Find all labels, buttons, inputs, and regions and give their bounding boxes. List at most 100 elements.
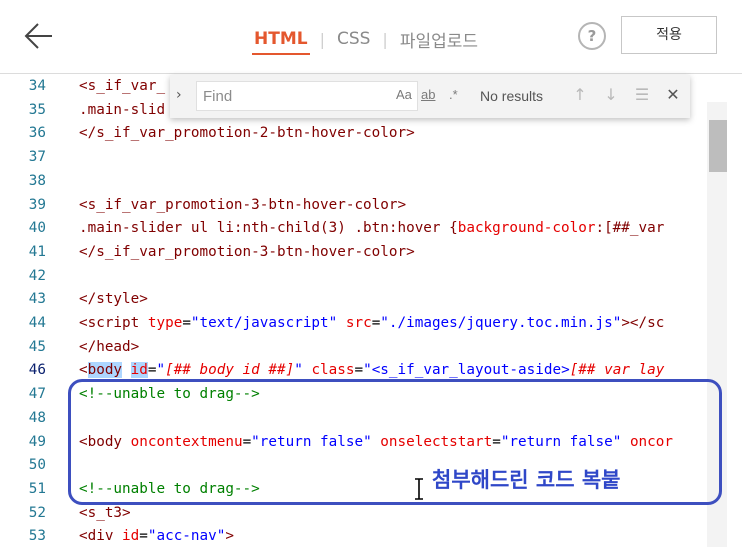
code-token: "text/javascript" — [190, 315, 338, 331]
code-token: </s_if_var_promotion-2-btn-hover-color> — [79, 125, 415, 142]
tab-divider: | — [319, 29, 325, 49]
line-number: 41 — [28, 243, 46, 260]
line-number: 38 — [28, 172, 46, 189]
previous-match-icon[interactable]: ↑ — [570, 85, 590, 107]
tab-divider: | — [382, 29, 388, 49]
code-token: type — [147, 315, 183, 331]
code-token: = — [371, 315, 381, 331]
code-line[interactable]: 45 </head> — [0, 335, 742, 359]
code-token: ></sc — [621, 315, 665, 331]
line-number: 51 — [28, 480, 46, 497]
back-arrow-icon[interactable] — [22, 20, 54, 52]
line-number: 39 — [28, 196, 46, 213]
line-number: 50 — [28, 457, 46, 474]
whole-word-toggle[interactable]: ab — [421, 87, 435, 102]
line-number: 37 — [28, 149, 46, 166]
code-line[interactable]: 37 — [0, 145, 742, 169]
code-token: = — [182, 315, 191, 331]
line-number: 47 — [28, 386, 46, 403]
line-number: 44 — [28, 315, 46, 331]
annotation-highlight-box — [68, 379, 722, 505]
find-widget: › Aa ab .* No results ↑ ↓ ☰ ✕ — [170, 75, 690, 118]
code-token: < — [79, 362, 88, 379]
line-number: 48 — [28, 409, 46, 426]
code-text: .main-slider ul li:nth-child(3) .btn:hov… — [79, 216, 664, 240]
next-match-icon[interactable]: ↓ — [601, 85, 621, 107]
apply-button[interactable]: 적용 — [621, 16, 717, 54]
line-number: 45 — [28, 338, 46, 355]
code-token: "acc-nav" — [147, 528, 226, 545]
code-token: <s_t3> — [79, 504, 131, 521]
code-line[interactable]: 38 — [0, 169, 742, 193]
code-token: "./images/jquery.toc.min.js" — [380, 315, 622, 331]
code-text: </style> — [79, 287, 148, 311]
code-line[interactable]: 53 <div id="acc-nav"> — [0, 524, 742, 547]
code-line[interactable]: 40 .main-slider ul li:nth-child(3) .btn:h… — [0, 216, 742, 240]
match-case-toggle[interactable]: Aa — [396, 87, 412, 102]
line-number: 43 — [28, 291, 46, 308]
code-token: :[##_var — [595, 220, 665, 237]
find-input[interactable] — [196, 81, 418, 111]
code-text: </head> — [79, 335, 139, 359]
code-line[interactable]: 42 — [0, 264, 742, 288]
code-token: body — [87, 362, 123, 379]
find-in-selection-icon[interactable]: ☰ — [632, 85, 652, 107]
code-token: background-color — [457, 220, 596, 237]
code-token: .main-slider ul li:nth-child(3) .btn:hov… — [79, 220, 458, 237]
regex-toggle[interactable]: .* — [449, 87, 458, 102]
code-text: <s_if_var_promotion-3-btn-hover-color> — [79, 193, 406, 217]
code-line[interactable]: 39 <s_if_var_promotion-3-btn-hover-color> — [0, 193, 742, 217]
code-text: </s_if_var_promotion-2-btn-hover-color> — [79, 121, 415, 145]
code-text: .main-slid — [79, 98, 165, 122]
editor-tabs: HTML | CSS | 파일업로드 — [252, 26, 480, 55]
tab-css[interactable]: CSS — [335, 29, 372, 49]
code-line[interactable]: 43 </style> — [0, 287, 742, 311]
code-line[interactable]: 36 </s_if_var_promotion-2-btn-hover-color… — [0, 121, 742, 145]
code-token: > — [225, 528, 234, 545]
code-text: <div id="acc-nav"> — [79, 524, 234, 547]
code-token: <div — [79, 528, 123, 545]
line-number: 46 — [28, 362, 46, 379]
code-token: </head> — [79, 338, 140, 355]
tab-file-upload[interactable]: 파일업로드 — [398, 27, 480, 52]
line-number: 35 — [28, 101, 46, 118]
code-token: src — [345, 315, 372, 331]
code-token: [## var lay — [569, 362, 665, 379]
editor-header: HTML | CSS | 파일업로드 ? 적용 — [0, 0, 742, 74]
find-result-status: No results — [480, 88, 544, 104]
code-token: <s_if_var_ — [79, 78, 166, 94]
code-token: <s_if_var_promotion-3-btn-hover-color> — [79, 196, 407, 213]
code-token: "<s_if_var_layout-aside> — [363, 362, 570, 379]
line-number: 42 — [28, 267, 46, 284]
line-number: 49 — [28, 433, 46, 450]
annotation-text: 첨부해드린 코드 복붙 — [432, 468, 621, 492]
code-token: " — [156, 362, 166, 379]
code-text: <s_if_var_ — [79, 74, 165, 98]
code-token: </style> — [79, 291, 148, 308]
line-number: 52 — [28, 504, 46, 521]
code-token: </s_if_var_promotion-3-btn-hover-color> — [79, 243, 415, 260]
line-number: 34 — [28, 78, 46, 94]
text-cursor-icon — [415, 478, 423, 500]
code-token: = — [354, 362, 364, 379]
code-line[interactable]: 44 <script type="text/javascript" src="./… — [0, 311, 742, 335]
help-icon[interactable]: ? — [578, 22, 606, 50]
code-token: .main-slid — [79, 101, 166, 118]
code-token: id — [130, 362, 148, 379]
code-token: id — [122, 528, 140, 545]
line-number: 36 — [28, 125, 46, 142]
tab-html[interactable]: HTML — [252, 29, 310, 55]
code-token: <script — [79, 315, 148, 331]
code-line[interactable]: 41 </s_if_var_promotion-3-btn-hover-color… — [0, 240, 742, 264]
code-token: " — [294, 362, 312, 379]
code-text: </s_if_var_promotion-3-btn-hover-color> — [79, 240, 415, 264]
line-number: 40 — [28, 220, 46, 237]
close-find-icon[interactable]: ✕ — [663, 85, 683, 107]
code-token: = — [139, 528, 148, 545]
toggle-replace-chevron-icon[interactable]: › — [176, 87, 190, 105]
line-number: 53 — [28, 528, 46, 545]
code-text: <script type="text/javascript" src="./im… — [79, 311, 664, 335]
code-token: [## body id ##] — [165, 362, 295, 379]
scrollbar-thumb[interactable] — [709, 120, 727, 172]
